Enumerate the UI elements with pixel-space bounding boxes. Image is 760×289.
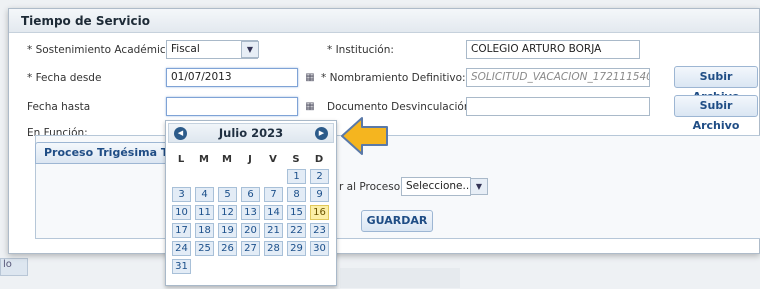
calendar-day[interactable]: 25: [195, 241, 214, 256]
calendar-day[interactable]: 6: [241, 187, 260, 202]
month-title: Julio 2023: [218, 126, 284, 140]
calendar-day[interactable]: 18: [195, 223, 214, 238]
weekday-label: M: [199, 154, 209, 165]
calendar-day[interactable]: 7: [264, 187, 283, 202]
documento-field[interactable]: [466, 97, 650, 116]
calendar-day[interactable]: 28: [264, 241, 283, 256]
institucion-label: * Institución:: [327, 44, 394, 56]
next-month-icon[interactable]: ▶: [315, 127, 328, 140]
calendar-day[interactable]: 4: [195, 187, 214, 202]
dialog-title: Tiempo de Servicio: [9, 9, 759, 33]
chevron-down-icon[interactable]: ▼: [241, 41, 259, 58]
fecha-desde-field[interactable]: 01/07/2013: [166, 68, 298, 87]
calendar-day[interactable]: 22: [287, 223, 306, 238]
date-picker: ◀ Julio 2023 ▶ LMMJVSD 1 2 3 4 5 6 7 8 9 10 11 12 13…: [165, 120, 337, 286]
calendar-day[interactable]: 20: [241, 223, 260, 238]
background-pagination: [340, 268, 460, 288]
calendar-day[interactable]: 10: [172, 205, 191, 220]
calendar-day[interactable]: 21: [264, 223, 283, 238]
weekday-label: D: [314, 154, 324, 165]
calendar-day[interactable]: 23: [310, 223, 329, 238]
weekday-label: M: [222, 154, 232, 165]
calendar-day[interactable]: 16: [310, 205, 329, 220]
tab-proceso[interactable]: Proceso Trigésima Tercera: [35, 142, 173, 164]
chevron-down-icon[interactable]: ▼: [470, 178, 488, 195]
calendar-day[interactable]: 15: [287, 205, 306, 220]
fecha-desde-label: * Fecha desde: [27, 72, 102, 84]
institucion-field[interactable]: COLEGIO ARTURO BORJA: [466, 40, 640, 59]
calendar-day[interactable]: 27: [241, 241, 260, 256]
calendar-icon[interactable]: ▦: [300, 97, 320, 116]
calendar-day[interactable]: 14: [264, 205, 283, 220]
calendar-day[interactable]: 19: [218, 223, 237, 238]
calendar-day[interactable]: 1: [287, 169, 306, 184]
subir-archivo-button[interactable]: Subir Archivo: [674, 66, 758, 103]
nombramiento-field[interactable]: SOLICITUD_VACACION_1721115404: [466, 68, 650, 87]
calendar-day[interactable]: 30: [310, 241, 329, 256]
documento-label: Documento Desvinculación:: [327, 101, 475, 113]
calendar-day[interactable]: 9: [310, 187, 329, 202]
calendar-day[interactable]: 12: [218, 205, 237, 220]
sostenimiento-label: * Sostenimiento Académico:: [27, 44, 176, 56]
weekday-label: J: [248, 154, 252, 165]
weekday-label: V: [269, 154, 277, 165]
calendar-icon[interactable]: ▦: [300, 68, 320, 87]
calendar-day[interactable]: 26: [218, 241, 237, 256]
date-picker-header: ◀ Julio 2023 ▶: [168, 123, 334, 143]
calendar-day[interactable]: 31: [172, 259, 191, 274]
proceso-label: r al Proceso:: [339, 181, 404, 193]
pointer-arrow-icon: [341, 117, 388, 155]
calendar-day[interactable]: 13: [241, 205, 260, 220]
weekday-label: L: [177, 154, 185, 165]
guardar-button[interactable]: GUARDAR: [361, 210, 433, 232]
calendar-day[interactable]: 5: [218, 187, 237, 202]
weekday-label: S: [292, 154, 300, 165]
calendar-day[interactable]: 24: [172, 241, 191, 256]
background-tab[interactable]: lo: [0, 258, 28, 276]
subir-archivo-button-2[interactable]: Subir Archivo: [674, 95, 758, 132]
calendar-day[interactable]: 11: [195, 205, 214, 220]
proceso-select[interactable]: Seleccione...: [401, 177, 471, 196]
calendar-day[interactable]: 8: [287, 187, 306, 202]
calendar-day[interactable]: 2: [310, 169, 329, 184]
fecha-hasta-field[interactable]: [166, 97, 298, 116]
calendar-day[interactable]: 3: [172, 187, 191, 202]
calendar-day[interactable]: 29: [287, 241, 306, 256]
nombramiento-label: * Nombramiento Definitivo:: [321, 72, 466, 84]
calendar-day[interactable]: 17: [172, 223, 191, 238]
fecha-hasta-label: Fecha hasta: [27, 101, 91, 113]
